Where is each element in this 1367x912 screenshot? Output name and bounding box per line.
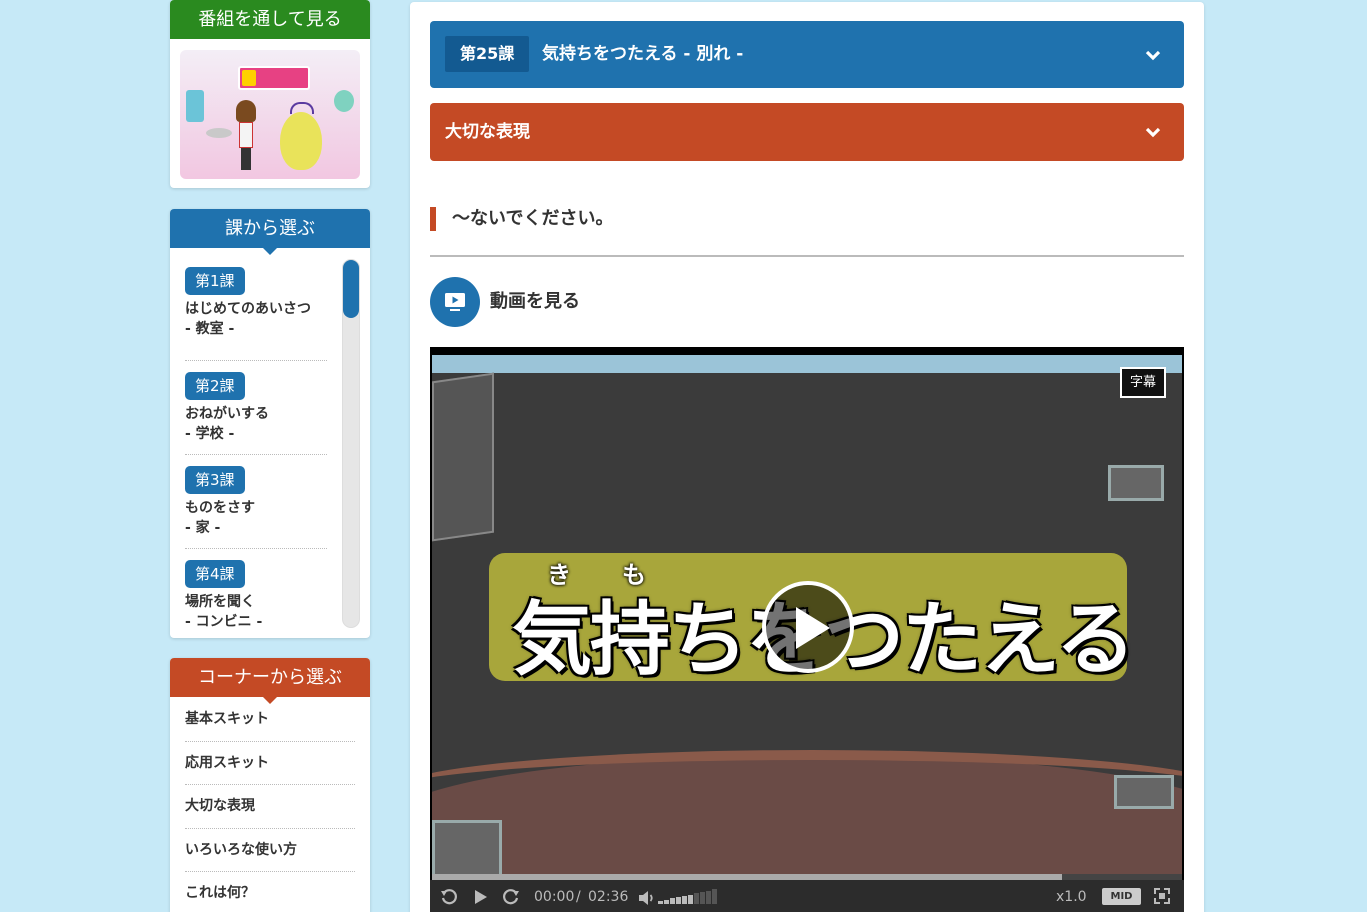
video-player[interactable]: き も 気持ちをつたえる 字幕 00:00 / 02:36 (430, 347, 1184, 912)
volume-bar (682, 895, 687, 904)
volume-bar (664, 899, 669, 904)
lesson-item[interactable]: 第3課 ものをさす - 家 - (185, 455, 327, 549)
lesson-item[interactable]: 第2課 おねがいする - 学校 - (185, 361, 327, 455)
corner-item-basic-skit[interactable]: 基本スキット (185, 698, 355, 742)
duration: 02:36 (588, 889, 629, 905)
lesson-badge: 第4課 (185, 560, 245, 588)
program-logo (238, 66, 310, 90)
corner-list: 基本スキット 応用スキット 大切な表現 いろいろな使い方 これは何？ (185, 698, 355, 912)
current-time: 00:00 (534, 889, 575, 905)
corners-panel: コーナーから選ぶ 基本スキット 応用スキット 大切な表現 いろいろな使い方 これ… (170, 658, 370, 912)
lesson-scrollbar[interactable] (342, 259, 360, 628)
volume-bar (688, 894, 693, 904)
table-figure (206, 128, 232, 138)
main-content: 第25課 気持ちをつたえる - 別れ - 大切な表現 〜ないでください。 動画を… (410, 2, 1204, 912)
corner-item-what-is-this[interactable]: これは何？ (185, 872, 355, 912)
quality-button[interactable]: MID (1102, 888, 1141, 905)
volume-icon[interactable] (638, 890, 656, 910)
lesson-title: 場所を聞く (185, 594, 255, 610)
replay-icon[interactable] (440, 888, 458, 910)
lesson-title: はじめてのあいさつ (185, 301, 311, 317)
program-thumbnail[interactable] (180, 50, 360, 179)
player-controls: 00:00 / 02:36 x1.0 MID (430, 880, 1184, 912)
robot-head-figure (334, 90, 354, 112)
video-frame[interactable]: き も 気持ちをつたえる 字幕 (432, 355, 1182, 882)
lessons-panel: 課から選ぶ 第1課 はじめてのあいさつ - 教室 - 第2課 おねがいする - … (170, 209, 370, 638)
lesson-title: ものをさす (185, 500, 255, 516)
lesson-item[interactable]: 第1課 はじめてのあいさつ - 教室 - (185, 267, 327, 361)
lesson-list: 第1課 はじめてのあいさつ - 教室 - 第2課 おねがいする - 学校 - 第… (185, 267, 327, 643)
lesson-number: 第25課 (445, 36, 530, 72)
robot-figure (186, 90, 204, 122)
program-heading[interactable]: 番組を通して見る (170, 0, 370, 39)
volume-bar (706, 890, 711, 904)
volume-bar (676, 897, 681, 904)
subtitles-button[interactable]: 字幕 (1120, 367, 1166, 398)
volume-bar (694, 893, 699, 904)
corner-item-key-expression[interactable]: 大切な表現 (185, 785, 355, 829)
volume-bar (658, 901, 663, 904)
lesson-scrollbar-thumb[interactable] (343, 260, 359, 318)
lesson-badge: 第3課 (185, 466, 245, 494)
lesson-badge: 第2課 (185, 372, 245, 400)
forward-icon[interactable] (502, 888, 520, 910)
playback-speed[interactable]: x1.0 (1056, 889, 1087, 905)
expression-heading: 〜ないでください。 (430, 207, 613, 231)
video-heading-label: 動画を見る (490, 291, 580, 312)
lesson-subtitle: - コンビニ - (185, 614, 263, 630)
play-icon[interactable] (474, 889, 488, 909)
lesson-badge: 第1課 (185, 267, 245, 295)
corner-title: 大切な表現 (445, 122, 530, 142)
chevron-down-icon[interactable] (1144, 46, 1162, 64)
chevron-down-icon[interactable] (1144, 123, 1162, 141)
corners-heading: コーナーから選ぶ (170, 658, 370, 704)
divider (430, 255, 1184, 257)
time-separator: / (576, 889, 581, 905)
lesson-subtitle: - 学校 - (185, 426, 235, 442)
play-button-icon[interactable] (762, 581, 854, 673)
lesson-item[interactable]: 第4課 場所を聞く - コンビニ - (185, 549, 327, 643)
corner-dropdown[interactable]: 大切な表現 (430, 103, 1184, 161)
program-panel: 番組を通して見る (170, 0, 370, 188)
girl-character (236, 100, 256, 170)
volume-slider[interactable] (658, 888, 718, 904)
monitor-play-icon (430, 277, 480, 327)
lessons-heading: 課から選ぶ (170, 209, 370, 255)
volume-bar (670, 898, 675, 904)
fullscreen-icon[interactable] (1154, 888, 1170, 908)
corner-item-applied-skit[interactable]: 応用スキット (185, 742, 355, 785)
yellow-mascot (280, 102, 322, 170)
lesson-title: 気持ちをつたえる - 別れ - (542, 44, 744, 64)
volume-bar (700, 891, 705, 904)
volume-bar (712, 889, 717, 904)
lesson-subtitle: - 家 - (185, 520, 221, 536)
lesson-dropdown[interactable]: 第25課 気持ちをつたえる - 別れ - (430, 21, 1184, 88)
lesson-subtitle: - 教室 - (185, 321, 235, 337)
lesson-title: おねがいする (185, 406, 269, 422)
corner-item-various-uses[interactable]: いろいろな使い方 (185, 829, 355, 872)
